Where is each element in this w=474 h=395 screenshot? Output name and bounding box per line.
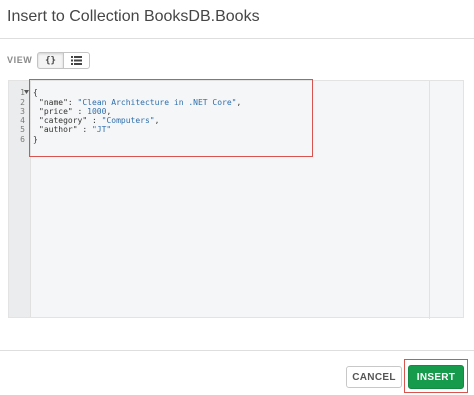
footer-divider — [0, 350, 474, 351]
fold-arrow-icon[interactable] — [24, 90, 29, 94]
view-label: VIEW — [7, 55, 33, 65]
line-number: 3 — [20, 107, 25, 116]
code-line: "name": "Clean Architecture in .NET Core… — [39, 98, 241, 107]
editor-gutter: 1 2 3 4 5 6 — [9, 81, 31, 317]
insert-button[interactable]: INSERT — [408, 365, 464, 389]
code-line: "price" : 1000, — [39, 107, 111, 116]
code-line: "category" : "Computers", — [39, 116, 159, 125]
json-editor[interactable]: 1 2 3 4 5 6 { "name": "Clean Architectur… — [8, 80, 464, 319]
cancel-button[interactable]: CANCEL — [346, 366, 402, 388]
list-view-toggle[interactable] — [63, 52, 90, 69]
json-key: "price" — [39, 107, 73, 116]
json-comma: , — [154, 116, 160, 125]
json-key: "category" — [39, 116, 88, 125]
code-line: { — [33, 88, 38, 97]
json-separator: : — [77, 125, 92, 134]
json-string-value: "Computers" — [101, 116, 155, 125]
json-separator: : — [87, 116, 102, 125]
header-divider — [0, 38, 474, 39]
list-icon — [71, 56, 82, 65]
editor-scroll-rail[interactable] — [429, 81, 430, 319]
json-comma: , — [236, 98, 242, 107]
json-string-value: "JT" — [91, 125, 112, 134]
json-comma: , — [106, 107, 112, 116]
json-string-value: "Clean Architecture in .NET Core" — [77, 98, 237, 107]
braces-icon: {} — [45, 55, 56, 66]
line-number: 6 — [20, 135, 25, 144]
json-number-value: 1000 — [87, 107, 107, 116]
json-separator: : — [72, 107, 88, 116]
code-line: } — [33, 135, 38, 144]
json-view-toggle[interactable]: {} — [37, 52, 64, 69]
line-number: 5 — [20, 125, 25, 134]
json-separator: : — [67, 98, 78, 107]
dialog-title: Insert to Collection BooksDB.Books — [7, 8, 260, 25]
code-line: "author" : "JT" — [39, 125, 111, 134]
json-key: "name" — [39, 98, 68, 107]
line-number: 4 — [20, 116, 25, 125]
json-key: "author" — [39, 125, 78, 134]
line-number: 2 — [20, 98, 25, 107]
